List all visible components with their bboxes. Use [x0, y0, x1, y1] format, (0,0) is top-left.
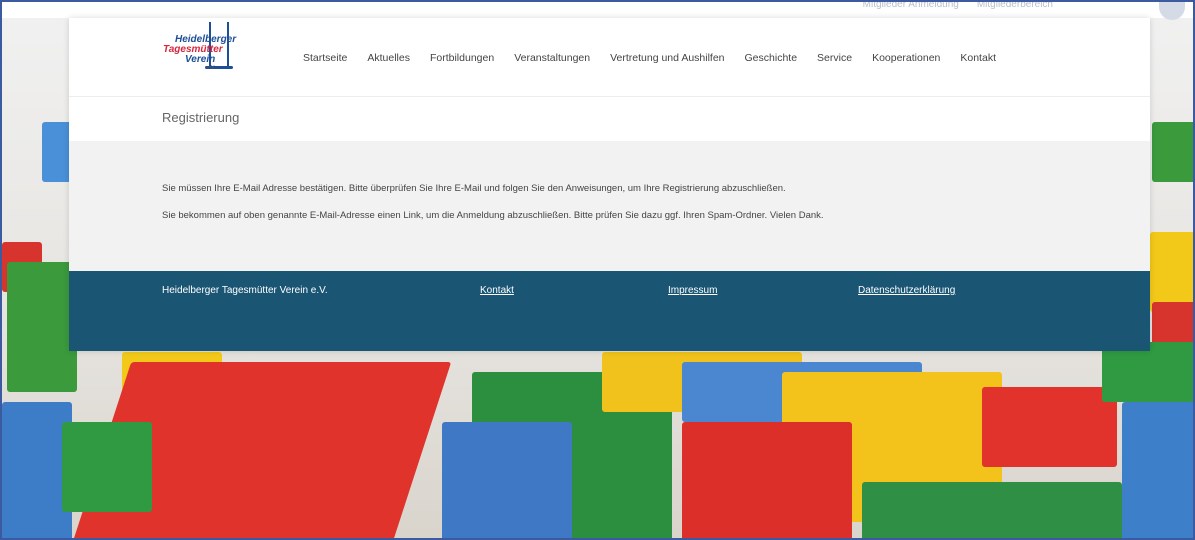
block-red-center: [682, 422, 852, 538]
block-green-far-right: [1152, 122, 1193, 182]
nav-item-startseite[interactable]: Startseite: [303, 52, 347, 64]
block-green-far-right2: [1102, 342, 1193, 402]
block-green: [7, 262, 77, 392]
nav-item-aktuelles[interactable]: Aktuelles: [367, 52, 410, 64]
nav-item-fortbildungen[interactable]: Fortbildungen: [430, 52, 494, 64]
site-header: Heidelberger Tagesmütter Verein e.V. Sta…: [69, 18, 1150, 96]
nav-item-veranstaltungen[interactable]: Veranstaltungen: [514, 52, 590, 64]
page-title: Registrierung: [162, 110, 240, 125]
top-links: Mitglieder Anmeldung Mitgliederbereich: [863, 2, 1053, 10]
block-green-low: [62, 422, 152, 512]
top-bar: Mitglieder Anmeldung Mitgliederbereich: [2, 2, 1193, 18]
nav-item-kontakt[interactable]: Kontakt: [960, 52, 996, 64]
browser-frame: Mitglieder Anmeldung Mitgliederbereich H…: [0, 0, 1195, 540]
footer-link-kontakt[interactable]: Kontakt: [480, 285, 514, 296]
page-title-bar: Registrierung: [69, 96, 1150, 142]
confirmation-message: Sie müssen Ihre E-Mail Adresse bestätige…: [162, 183, 786, 194]
logo-line-3: Verein: [185, 54, 216, 65]
main-nav: Startseite Aktuelles Fortbildungen Veran…: [303, 52, 996, 64]
block-red-right: [982, 387, 1117, 467]
footer-link-impressum[interactable]: Impressum: [668, 285, 717, 296]
site-footer: Heidelberger Tagesmütter Verein e.V. Kon…: [69, 271, 1150, 351]
footer-org-name: Heidelberger Tagesmütter Verein e.V.: [162, 285, 328, 296]
block-blue-center: [442, 422, 572, 538]
main-content: Sie müssen Ihre E-Mail Adresse bestätige…: [69, 141, 1150, 271]
nav-item-vertretung[interactable]: Vertretung und Aushilfen: [610, 52, 724, 64]
nav-item-kooperationen[interactable]: Kooperationen: [872, 52, 940, 64]
block-yellow-far-right: [1150, 232, 1193, 312]
logo-line-4: e.V.: [207, 65, 216, 71]
block-green-right: [862, 482, 1122, 538]
footer-link-datenschutz[interactable]: Datenschutzerklärung: [858, 285, 955, 296]
member-area-link[interactable]: Mitgliederbereich: [977, 2, 1053, 10]
block-blue-right: [1122, 402, 1193, 538]
spam-notice-message: Sie bekommen auf oben genannte E-Mail-Ad…: [162, 210, 824, 221]
nav-item-service[interactable]: Service: [817, 52, 852, 64]
page-card: Heidelberger Tagesmütter Verein e.V. Sta…: [69, 18, 1150, 351]
member-login-link[interactable]: Mitglieder Anmeldung: [863, 2, 959, 10]
block-blue: [42, 122, 72, 182]
site-logo[interactable]: Heidelberger Tagesmütter Verein e.V.: [161, 22, 251, 92]
nav-item-geschichte[interactable]: Geschichte: [745, 52, 798, 64]
